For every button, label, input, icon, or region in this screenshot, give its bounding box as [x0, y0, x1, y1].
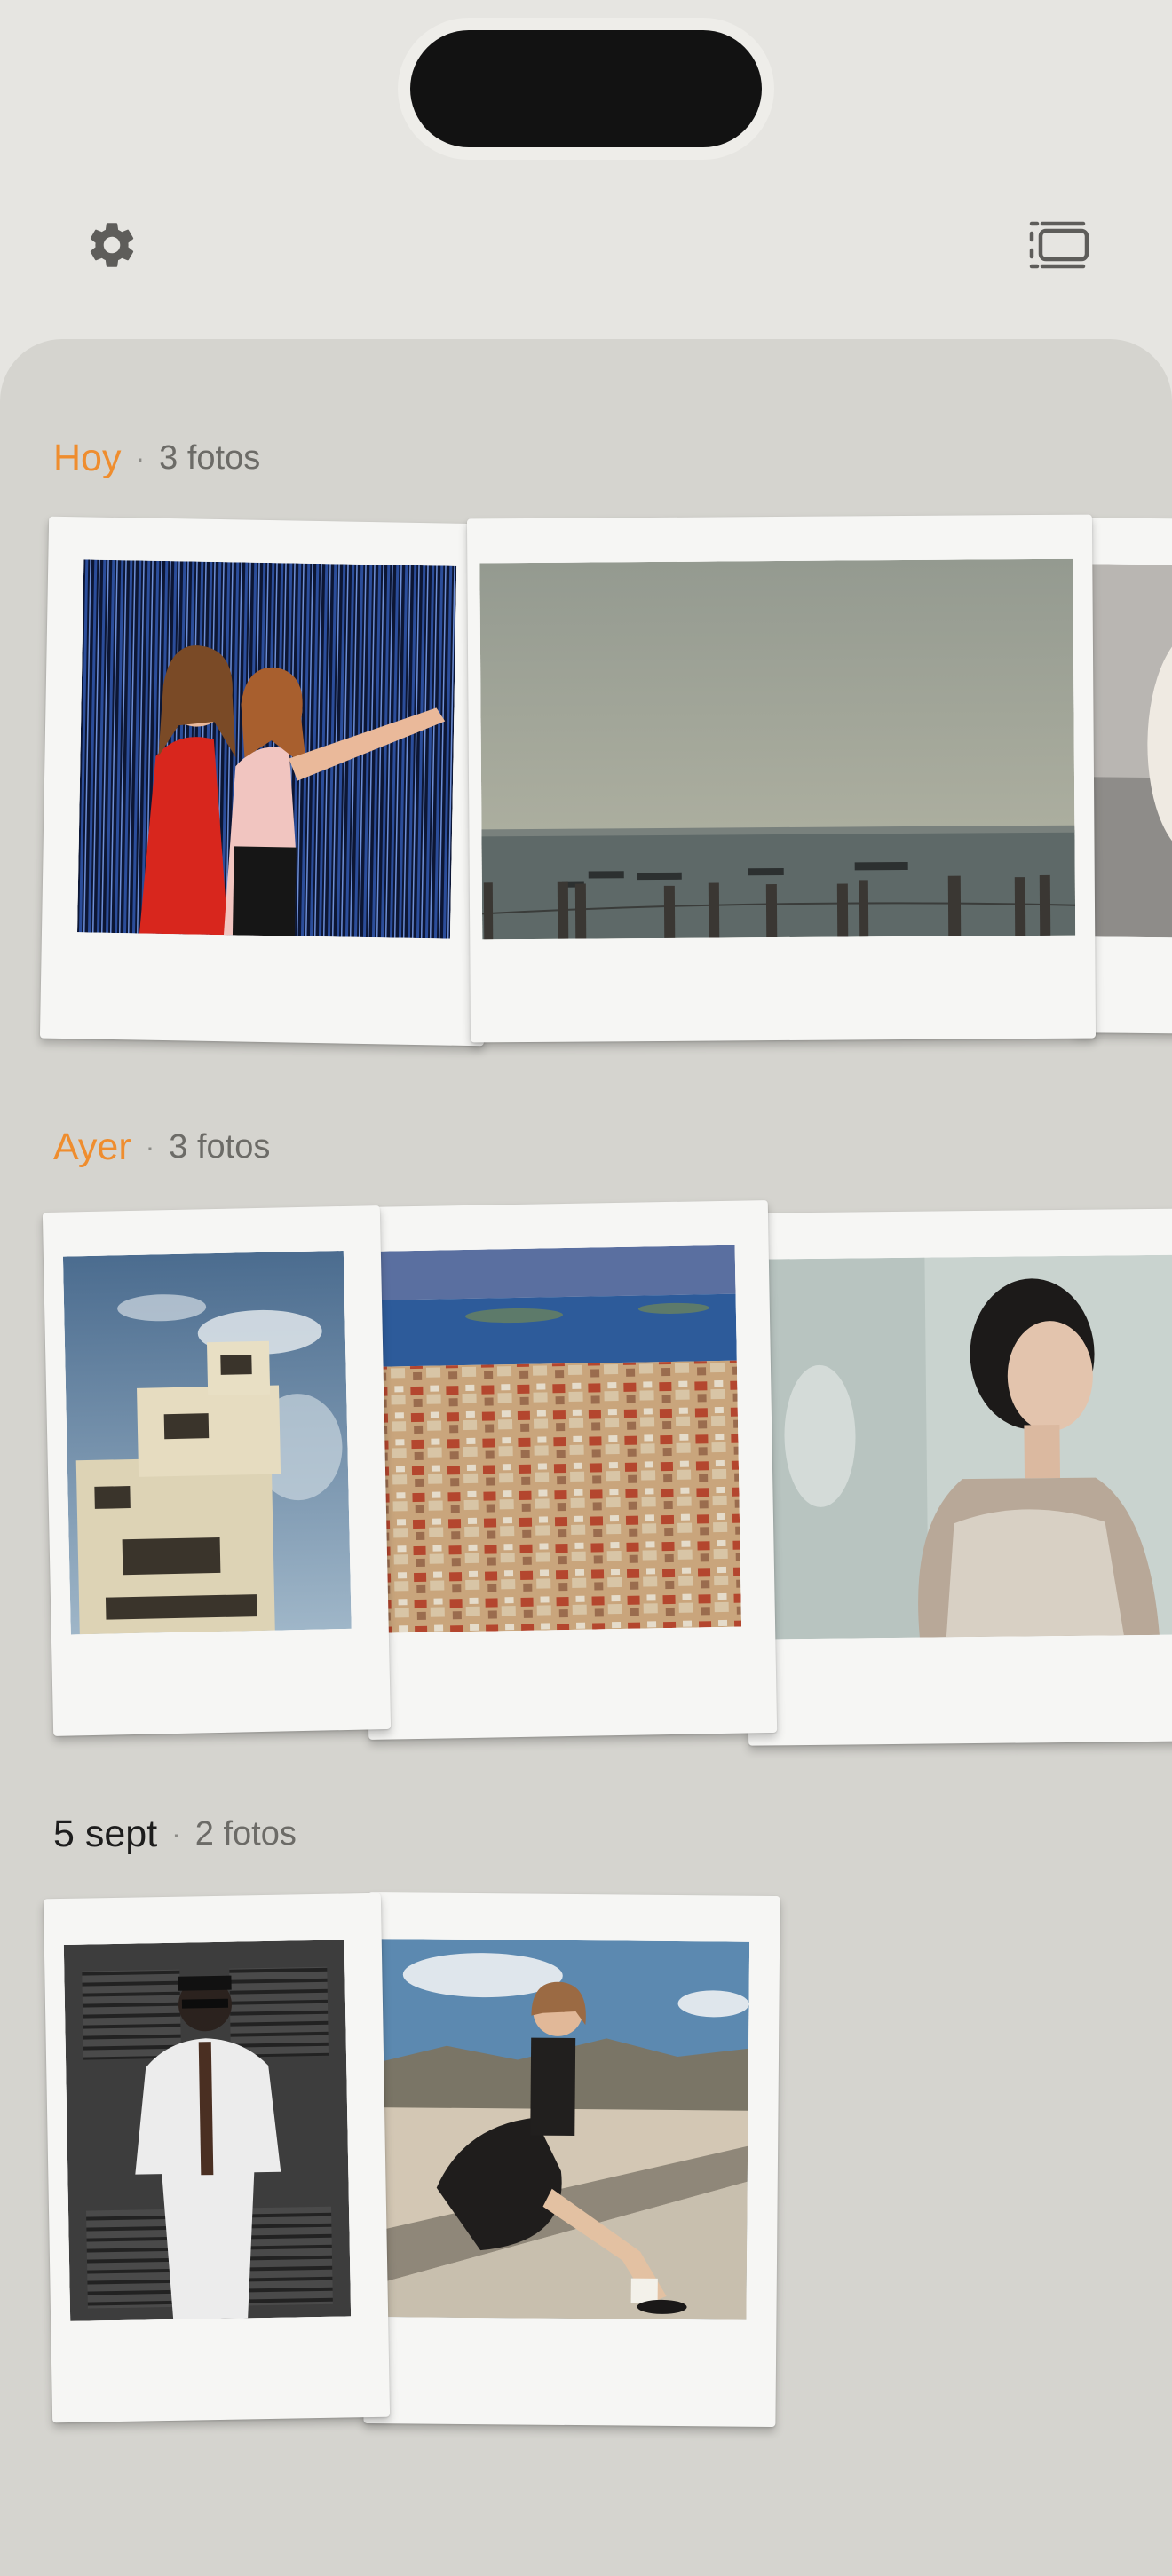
section-count: 2 fotos — [194, 1814, 297, 1853]
photo-card[interactable] — [363, 1892, 780, 2428]
photo-card[interactable] — [39, 516, 494, 1047]
section-header-5-sept: 5 sept · 2 fotos — [53, 1807, 297, 1861]
section-title: 5 sept — [53, 1812, 158, 1855]
section-separator: · — [145, 1130, 155, 1163]
section-header-hoy: Hoy · 3 fotos — [53, 431, 260, 485]
section-header-ayer: Ayer · 3 fotos — [53, 1120, 270, 1173]
stack-view-icon — [1029, 221, 1089, 269]
photo-card[interactable] — [43, 1892, 391, 2423]
settings-button[interactable] — [76, 209, 147, 281]
section-separator: · — [135, 441, 146, 474]
section-count: 3 fotos — [159, 439, 261, 477]
section-title: Ayer — [53, 1125, 131, 1168]
dynamic-island — [410, 30, 762, 147]
photo-man-white-suit — [63, 1940, 352, 2321]
photo-card[interactable] — [359, 1200, 778, 1740]
photo-sea — [479, 558, 1076, 940]
photo-party — [76, 559, 457, 939]
photo-cat — [1083, 564, 1172, 938]
photo-woman-portrait — [764, 1254, 1172, 1640]
section-count: 3 fotos — [169, 1127, 271, 1166]
photo-coastal-city — [370, 1245, 742, 1633]
photo-white-building — [62, 1250, 352, 1635]
photo-card[interactable] — [42, 1205, 392, 1736]
photo-card[interactable] — [742, 1208, 1172, 1746]
section-title: Hoy — [53, 436, 122, 479]
layout-toggle-button[interactable] — [1025, 209, 1096, 281]
photo-rooftop-woman — [373, 1939, 750, 2320]
photo-card[interactable] — [466, 514, 1097, 1043]
section-separator: · — [171, 1817, 181, 1850]
gear-icon — [90, 223, 134, 267]
